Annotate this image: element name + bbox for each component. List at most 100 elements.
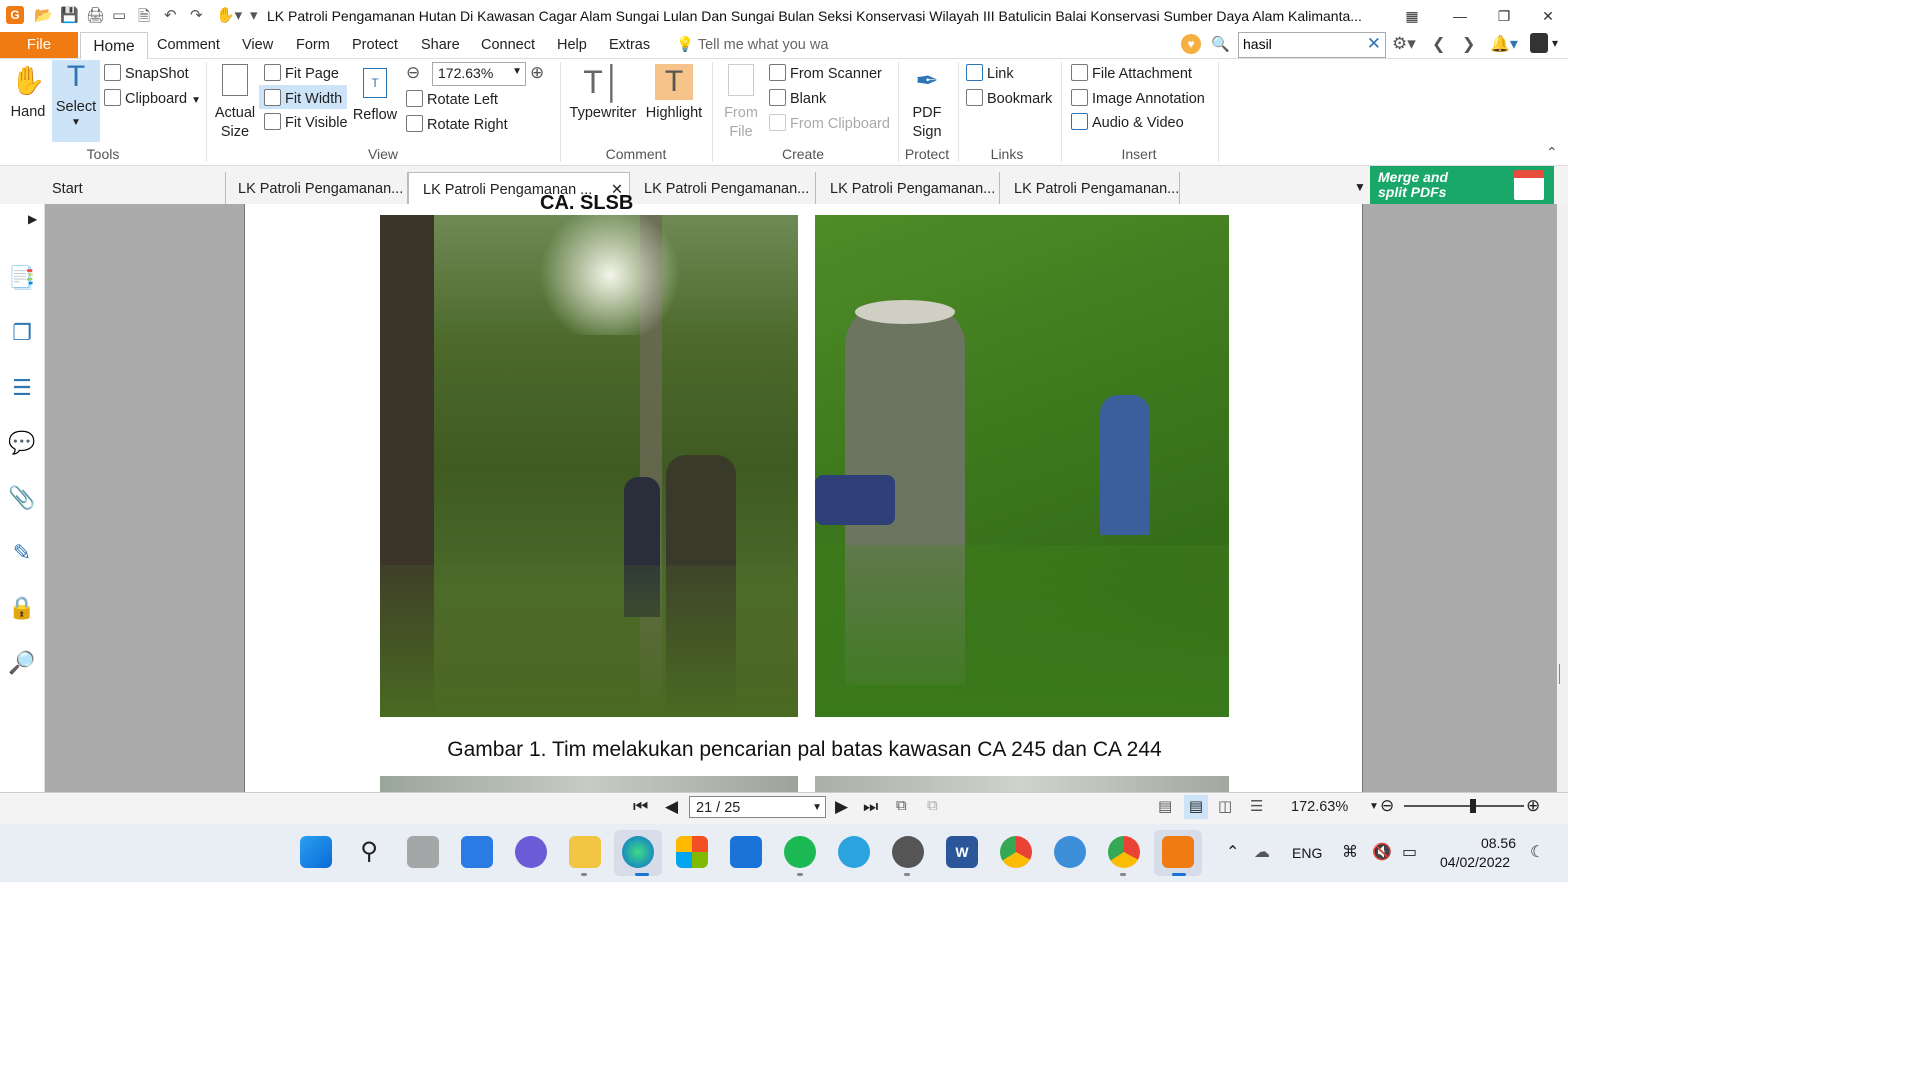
new-document-icon[interactable]: 🗎 — [138, 6, 150, 31]
fit-width-button[interactable]: Fit Width — [264, 89, 342, 107]
foxit-pdf-icon[interactable] — [1162, 836, 1194, 868]
chevron-up-icon[interactable]: ⌃ — [1226, 842, 1239, 862]
settings-icon[interactable]: ⚙▾ — [1392, 34, 1416, 54]
scroll-thumb[interactable] — [1559, 664, 1567, 684]
vertical-scrollbar[interactable] — [1557, 204, 1568, 792]
bookmark-button[interactable]: Bookmark — [966, 89, 1052, 107]
close-button[interactable]: ✕ — [1528, 4, 1568, 28]
open-icon[interactable]: 📂 — [34, 6, 53, 24]
sign-search-icon[interactable]: 🔎 — [8, 649, 36, 677]
comments-panel-icon[interactable]: 💬 — [8, 429, 36, 457]
tab-list-dropdown-icon[interactable]: ▼ — [1354, 180, 1366, 194]
layers-panel-icon[interactable]: ☰ — [8, 374, 36, 402]
single-page-icon[interactable]: ▤ — [1158, 797, 1172, 815]
zoom-out-icon[interactable]: ⊖ — [1380, 796, 1394, 816]
page-number-input[interactable]: 21 / 25 ▼ — [689, 796, 826, 818]
chrome-profile-icon[interactable] — [1108, 836, 1140, 868]
continuous-page-icon[interactable]: ▤ — [1184, 795, 1208, 819]
zoom-slider[interactable] — [1404, 799, 1524, 813]
blank-button[interactable]: Blank — [769, 89, 826, 107]
tile-icon[interactable]: ▦ — [1392, 4, 1432, 28]
pdf-sign-button[interactable]: ✒ PDF Sign — [904, 64, 950, 142]
link-button[interactable]: Link — [966, 64, 1014, 82]
file-menu[interactable]: File — [0, 32, 78, 58]
rotate-right-button[interactable]: Rotate Right — [406, 115, 508, 133]
audio-video-button[interactable]: Audio & Video — [1071, 113, 1184, 131]
search-icon[interactable]: ⚲ — [353, 836, 385, 868]
customize-icon[interactable]: ▾ — [250, 6, 258, 24]
search-input[interactable] — [1239, 33, 1357, 55]
from-file-button[interactable]: From File — [718, 64, 764, 142]
user-icon[interactable] — [1530, 33, 1548, 53]
heart-icon[interactable]: ♥ — [1181, 34, 1201, 54]
clear-search-icon[interactable]: ✕ — [1367, 34, 1381, 54]
bookmarks-panel-icon[interactable]: 📑 — [8, 264, 36, 292]
facing-page-icon[interactable]: ◫ — [1218, 797, 1232, 815]
document-tab[interactable]: LK Patroli Pengamanan... — [1000, 172, 1180, 204]
tab-start[interactable]: Start — [38, 172, 226, 204]
spotify-icon[interactable] — [784, 836, 816, 868]
snapshot-button[interactable]: SnapShot — [104, 64, 189, 82]
image-annotation-button[interactable]: Image Annotation — [1071, 89, 1205, 107]
attachments-panel-icon[interactable]: 📎 — [8, 484, 36, 512]
last-page-icon[interactable]: ⏭ — [863, 797, 878, 817]
start-menu-icon[interactable] — [300, 836, 332, 868]
search-folder-icon[interactable]: 🔍 — [1211, 35, 1230, 53]
user-menu-icon[interactable]: ▾ — [1552, 36, 1558, 50]
zoom-dropdown-icon[interactable]: ▼ — [1369, 801, 1379, 812]
tab-protect[interactable]: Protect — [352, 37, 398, 53]
merge-split-banner[interactable]: Merge and split PDFs — [1370, 166, 1554, 204]
hand-tool-icon[interactable]: ✋▾ — [216, 6, 242, 24]
rotate-left-button[interactable]: Rotate Left — [406, 90, 498, 108]
speaker-muted-icon[interactable]: 🔇 — [1372, 842, 1392, 862]
clock-time[interactable]: 08.56 — [1472, 835, 1516, 851]
chat-icon[interactable] — [515, 836, 547, 868]
telegram-icon[interactable] — [838, 836, 870, 868]
from-clipboard-button[interactable]: From Clipboard — [769, 114, 890, 132]
zoom-level[interactable]: 172.63% — [1291, 799, 1348, 815]
fit-visible-button[interactable]: Fit Visible — [264, 113, 348, 131]
zoom-out-icon[interactable]: ⊖ — [406, 63, 420, 83]
tab-connect[interactable]: Connect — [481, 37, 535, 53]
app-pro-icon[interactable] — [892, 836, 924, 868]
widgets-icon[interactable] — [461, 836, 493, 868]
clock-date[interactable]: 04/02/2022 — [1440, 854, 1510, 870]
zoom-in-icon[interactable]: ⊕ — [530, 63, 544, 83]
undo-icon[interactable]: ↶ — [164, 6, 177, 24]
wifi-icon[interactable]: ⌘ — [1342, 842, 1358, 862]
zoom-in-icon[interactable]: ⊕ — [1526, 796, 1540, 816]
redo-icon[interactable]: ↷ — [190, 6, 203, 24]
zoom-select[interactable]: 172.63% ▼ — [432, 62, 526, 86]
tab-view[interactable]: View — [242, 37, 273, 53]
previous-view-icon[interactable]: ⧉ — [896, 797, 907, 814]
next-view-icon[interactable]: ⧉ — [927, 797, 938, 814]
hand-button[interactable]: ✋ Hand — [6, 62, 50, 142]
next-result-icon[interactable]: ❯ — [1462, 34, 1475, 54]
save-icon[interactable]: 💾 — [60, 6, 79, 24]
file-attachment-button[interactable]: File Attachment — [1071, 64, 1192, 82]
tab-share[interactable]: Share — [421, 37, 460, 53]
restore-button[interactable]: ❐ — [1484, 4, 1524, 28]
magnifier-icon[interactable] — [1054, 836, 1086, 868]
file-explorer-icon[interactable] — [569, 836, 601, 868]
continuous-facing-icon[interactable]: ☰ — [1250, 797, 1263, 815]
language-indicator[interactable]: ENG — [1292, 845, 1322, 861]
new-icon[interactable]: ▭ — [112, 6, 126, 24]
expand-panel-icon[interactable]: ▶ — [28, 212, 37, 226]
document-tab[interactable]: LK Patroli Pengamanan... — [630, 172, 816, 204]
word-icon[interactable]: W — [946, 836, 978, 868]
pages-panel-icon[interactable]: ❐ — [8, 319, 36, 347]
task-view-icon[interactable] — [407, 836, 439, 868]
tab-comment[interactable]: Comment — [157, 37, 220, 53]
clipboard-button[interactable]: Clipboard ▼ — [104, 89, 201, 107]
onedrive-icon[interactable]: ☁ — [1254, 842, 1270, 862]
document-tab[interactable]: LK Patroli Pengamanan... — [816, 172, 1000, 204]
previous-result-icon[interactable]: ❮ — [1432, 34, 1445, 54]
bell-icon[interactable]: 🔔▾ — [1490, 34, 1518, 54]
search-input-box[interactable]: ✕ — [1238, 32, 1386, 58]
from-scanner-button[interactable]: From Scanner — [769, 64, 882, 82]
minimize-button[interactable]: — — [1440, 4, 1480, 28]
actual-size-button[interactable]: Actual Size — [212, 64, 258, 142]
chrome-icon[interactable] — [1000, 836, 1032, 868]
tab-form[interactable]: Form — [296, 37, 330, 53]
